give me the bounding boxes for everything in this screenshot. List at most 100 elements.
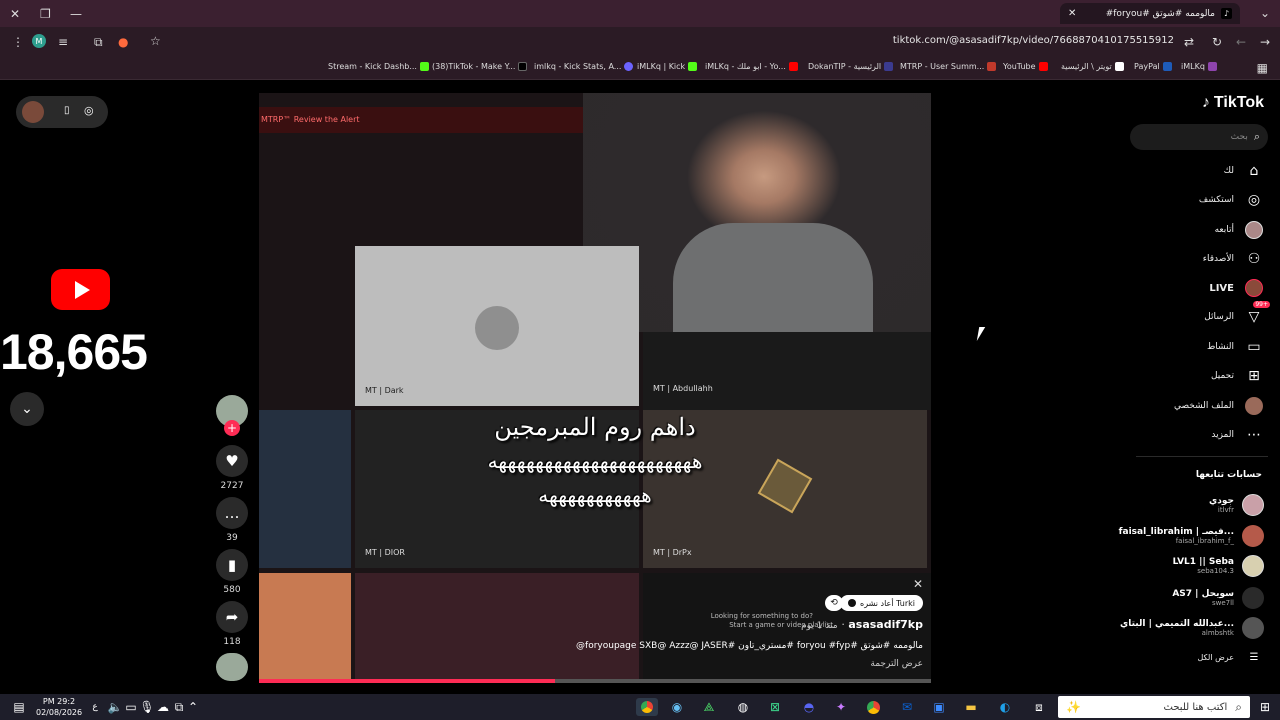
task-view-icon[interactable]: ⧈ bbox=[1030, 698, 1048, 716]
language-indicator[interactable]: ع bbox=[86, 698, 104, 716]
divider bbox=[1136, 456, 1268, 457]
tab-search-icon[interactable]: ⌄ bbox=[1260, 7, 1270, 19]
follow-plus-icon[interactable]: + bbox=[224, 420, 240, 436]
forward-icon[interactable]: ← bbox=[1236, 36, 1246, 48]
reload-icon[interactable]: ↻ bbox=[1212, 36, 1222, 48]
copilot-icon[interactable]: ✦ bbox=[832, 698, 850, 716]
nav-upload[interactable]: تحميل ⊞ bbox=[1094, 364, 1264, 388]
following-accounts-title: حسابات تتابعها bbox=[1195, 470, 1262, 480]
menu-dots-icon[interactable]: ⋮ bbox=[12, 36, 24, 48]
playlist-icon[interactable]: ≡ bbox=[58, 36, 68, 48]
sparkle-icon: ✨ bbox=[1066, 700, 1081, 714]
search-icon: ⌕ bbox=[1235, 699, 1242, 714]
notification-icon[interactable]: ▤ bbox=[10, 698, 28, 716]
following-avatar-icon bbox=[1244, 220, 1264, 240]
nav-profile[interactable]: الملف الشخصي bbox=[1094, 394, 1264, 418]
kick-icon bbox=[688, 62, 698, 71]
phone-icon[interactable]: ▯ bbox=[64, 105, 70, 116]
nav-activity[interactable]: النشاط ▭ bbox=[1094, 335, 1264, 359]
nav-for-you[interactable]: لك ⌂ bbox=[1094, 159, 1264, 183]
following-account[interactable]: جودي itlvfr bbox=[1114, 491, 1264, 519]
discord-icon[interactable]: ◓ bbox=[800, 698, 818, 716]
share-icon: ➦ bbox=[225, 608, 239, 626]
bookmark-item[interactable]: (38)TikTok - Make Y... bbox=[432, 62, 528, 71]
translate-link[interactable]: عرض الترجمة bbox=[870, 659, 923, 669]
minimize-window-icon[interactable]: — bbox=[70, 8, 82, 20]
nav-explore[interactable]: استكشف ◎ bbox=[1094, 188, 1264, 212]
bookmark-item[interactable]: iMLKq | Kick bbox=[637, 62, 698, 71]
restore-window-icon[interactable]: ❐ bbox=[40, 8, 51, 20]
steam-icon[interactable]: ◉ bbox=[668, 698, 686, 716]
close-icon[interactable]: ✕ bbox=[913, 577, 923, 591]
repost-badge[interactable]: Turki أعاد نشره bbox=[840, 595, 923, 611]
activity-icon: ▭ bbox=[1247, 339, 1261, 355]
close-tab-icon[interactable]: ✕ bbox=[1068, 8, 1076, 19]
app-icon[interactable]: ⟁ bbox=[700, 698, 718, 716]
video-player[interactable]: MTRP™ Review the Alert MT | Dark MT | Ab… bbox=[259, 93, 931, 683]
bookmark-item[interactable]: imlkq - Kick Stats, A... bbox=[534, 62, 634, 71]
bookmark-item[interactable]: YouTube bbox=[1003, 62, 1048, 71]
sound-avatar[interactable] bbox=[216, 653, 248, 681]
bookmark-item[interactable]: تويتر \ الرئيسية bbox=[1061, 62, 1124, 71]
nav-friends[interactable]: الأصدقاء ⚇ bbox=[1094, 247, 1264, 271]
bookmark-item[interactable]: DokanTIP - الرئيسية bbox=[808, 62, 894, 71]
following-account[interactable]: AS7 | سويحل swe7ll bbox=[1114, 584, 1264, 612]
edge-icon[interactable]: ◐ bbox=[996, 698, 1014, 716]
bookmark-star-icon[interactable]: ☆ bbox=[150, 35, 161, 47]
chrome-taskbar-icon[interactable] bbox=[636, 698, 658, 716]
see-all-button[interactable]: عرض الكل ☰ bbox=[1094, 645, 1264, 669]
chrome-icon[interactable] bbox=[864, 698, 882, 716]
promo-line: Looking for something to do? bbox=[710, 612, 813, 620]
nav-more[interactable]: المزيد ⋯ bbox=[1094, 423, 1264, 447]
comment-button[interactable]: … bbox=[216, 497, 248, 529]
extensions-icon[interactable]: ⧉ bbox=[94, 36, 103, 48]
store-icon[interactable]: ▣ bbox=[930, 698, 948, 716]
subscriber-count: 18,665 bbox=[0, 324, 148, 380]
show-hidden-icons[interactable]: ⌃ bbox=[184, 698, 202, 716]
share-button[interactable]: ➦ bbox=[216, 601, 248, 633]
save-button[interactable]: ▮ bbox=[216, 549, 248, 581]
nav-following[interactable]: أتابعه bbox=[1094, 218, 1264, 242]
video-caption: هههههههههههه bbox=[538, 483, 652, 507]
taskbar-search-input[interactable]: ✨ اكتب هنا للبحث ⌕ bbox=[1058, 696, 1250, 718]
bookmark-item[interactable]: iMLKq - ابو ملك - Yo... bbox=[705, 62, 798, 71]
account-avatar bbox=[1242, 587, 1264, 609]
bookmark-item[interactable]: iMLKq bbox=[1181, 62, 1217, 71]
search-input[interactable]: بحث ⌕ bbox=[1130, 124, 1268, 150]
outlook-icon[interactable]: ✉ bbox=[898, 698, 916, 716]
app-icon[interactable]: ⊠ bbox=[766, 698, 784, 716]
clock[interactable]: PM 29:2 02/08/2026 bbox=[36, 696, 82, 718]
like-button[interactable]: ♥ bbox=[216, 445, 248, 477]
active-tab[interactable]: ♪ مالوممه #شوتق #foryou# ✕ bbox=[1060, 3, 1240, 24]
following-account[interactable]: faisal_librahim | فيصـ... faisal_ibrahim_… bbox=[1114, 522, 1264, 550]
timer-icon[interactable]: ◎ bbox=[84, 104, 94, 117]
obs-icon[interactable]: ◍ bbox=[734, 698, 752, 716]
streamer-avatar[interactable] bbox=[22, 101, 44, 123]
browser-tab-bar: ✕ ❐ — + ♪ مالوممه #شوتق #foryou# ✕ ⌄ bbox=[0, 0, 1280, 27]
video-progress-bar[interactable] bbox=[259, 679, 931, 683]
x-icon bbox=[1114, 62, 1124, 71]
site-settings-icon[interactable]: ⇄ bbox=[1184, 36, 1194, 48]
video-caption: داهم روم المبرمجين bbox=[494, 413, 696, 441]
repost-icon[interactable]: ⟲ bbox=[825, 595, 843, 611]
bookmark-item[interactable]: PayPal bbox=[1134, 62, 1172, 71]
file-explorer-icon[interactable]: ▬ bbox=[962, 698, 980, 716]
bookmark-item[interactable]: MTRP - User Summ... bbox=[900, 62, 997, 71]
back-icon[interactable]: → bbox=[1260, 36, 1270, 48]
nav-live[interactable]: LIVE bbox=[1094, 276, 1264, 300]
post-author[interactable]: منذ 1 يوم · asasadif7kp bbox=[801, 618, 923, 631]
extension-flame-icon[interactable]: ● bbox=[118, 36, 128, 48]
following-account[interactable]: عبدالله التميمي | البتاي... almbshtk bbox=[1114, 614, 1264, 642]
nav-messages[interactable]: الرسائل ▽ 99+ bbox=[1094, 301, 1270, 329]
all-bookmarks-icon[interactable]: ▦ bbox=[1257, 62, 1268, 74]
participant-tile: MT | Dark bbox=[355, 246, 639, 406]
url-field[interactable]: tiktok.com/@asasadif7kp/video/7668870410… bbox=[893, 35, 1174, 46]
bookmark-item[interactable]: Stream - Kick Dashb... bbox=[328, 62, 429, 71]
windows-start-icon[interactable]: ⊞ bbox=[1256, 698, 1274, 716]
following-account[interactable]: LVL1 || Seba seba104.3 bbox=[1114, 552, 1264, 580]
chevron-down-icon[interactable]: ⌄ bbox=[10, 392, 44, 426]
profile-avatar[interactable]: M bbox=[32, 34, 46, 48]
search-icon: ⌕ bbox=[1253, 130, 1260, 143]
tiktok-logo[interactable]: ♪ TikTok bbox=[1202, 94, 1264, 112]
close-window-icon[interactable]: ✕ bbox=[10, 8, 20, 20]
